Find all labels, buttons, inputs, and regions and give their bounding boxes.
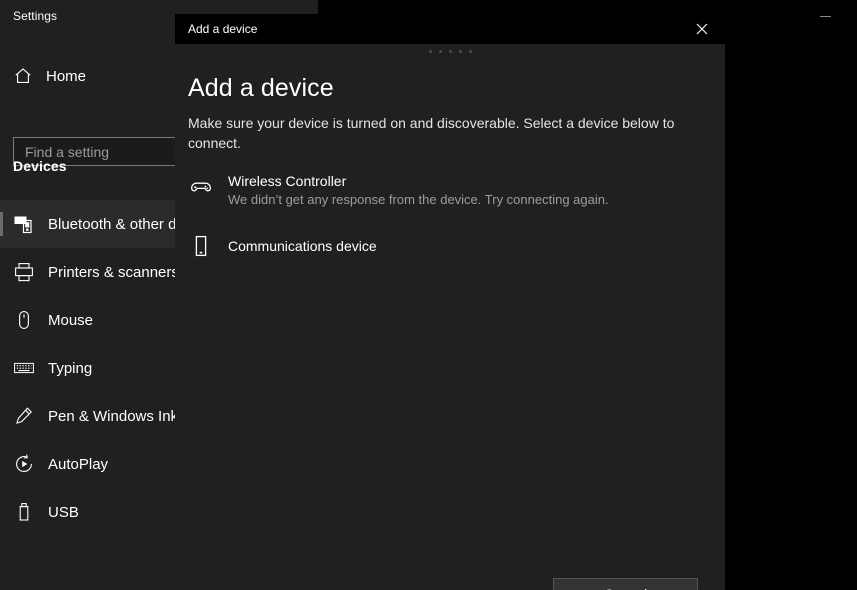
device-list: Wireless Controller We didn’t get any re… [175,166,725,267]
device-status: We didn’t get any response from the devi… [228,192,609,208]
sidebar-item-autoplay-label: AutoPlay [48,455,109,473]
sidebar-item-typing-label: Typing [48,359,93,377]
list-item[interactable]: Communications device [175,215,725,267]
dialog-titlebar[interactable]: Add a device [175,14,725,44]
sidebar-item-home-label: Home [46,67,87,85]
autoplay-icon [12,452,36,476]
printer-icon [12,260,36,284]
sidebar-item-usb-label: USB [48,503,79,521]
minimize-dash [819,15,831,17]
keyboard-icon [12,356,36,380]
cancel-button[interactable]: Cancel [553,578,698,590]
dialog-titlebar-title: Add a device [188,22,258,36]
dialog-instructions: Make sure your device is turned on and d… [188,115,675,151]
progress-dot [458,49,462,53]
sidebar-item-pen-windows-ink-label: Pen & Windows Ink [48,407,179,425]
pen-icon [12,404,36,428]
mouse-icon [12,308,36,332]
sidebar-item-mouse-label: Mouse [48,311,94,329]
usb-icon [12,500,36,524]
loading-progress-dots [175,44,725,58]
dialog-footer: Cancel [175,578,725,590]
screen: Settings Home Devices [0,0,857,590]
list-item[interactable]: Wireless Controller We didn’t get any re… [175,166,725,215]
progress-dot [438,49,442,53]
dialog-body: Add a device Make sure your device is tu… [175,58,725,590]
device-name: Wireless Controller [228,173,347,189]
bluetooth-devices-icon [12,212,36,236]
phone-icon [188,231,214,261]
nav-section-header: Devices [13,158,67,174]
progress-dot [468,49,472,53]
add-a-device-dialog: Add a device Add a device Make sure your… [175,14,725,590]
progress-dot [448,49,452,53]
device-text: Communications device [228,231,377,261]
page-title: Add a device [188,74,334,102]
gamepad-icon [188,172,214,202]
home-icon [12,65,34,87]
minimize-icon[interactable] [802,0,848,32]
device-name: Communications device [228,237,377,254]
close-icon[interactable] [679,14,725,44]
sidebar-item-printers-scanners-label: Printers & scanners [48,263,179,281]
progress-dot [428,49,432,53]
settings-window-title: Settings [13,9,58,23]
device-text: Wireless Controller We didn’t get any re… [228,172,609,209]
